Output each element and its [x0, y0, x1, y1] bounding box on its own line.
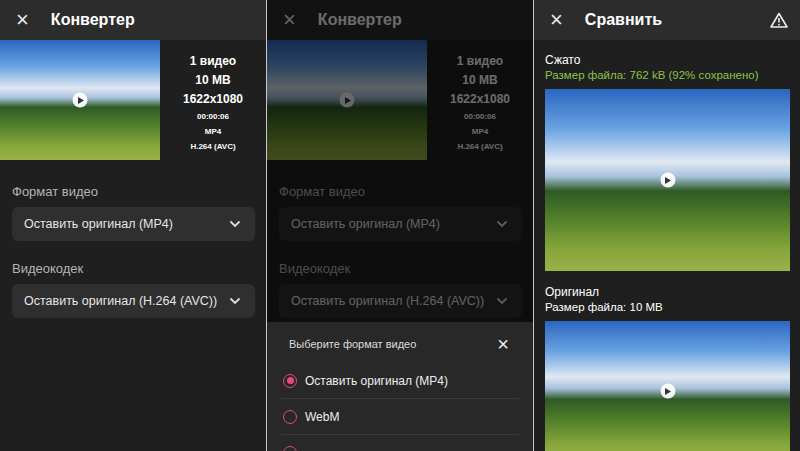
- video-thumbnail[interactable]: [545, 321, 790, 451]
- field-label: Видеокодек: [12, 261, 255, 276]
- dropdown[interactable]: Оставить оригинал (MP4): [12, 207, 255, 241]
- setting-field: Видеокодек Оставить оригинал (H.264 (AVC…: [12, 261, 255, 318]
- format-option[interactable]: Оставить оригинал (MP4): [281, 363, 519, 399]
- screenshot: × Конвертер 1 видео 10 MB 1622x1080 00:00:0…: [0, 0, 800, 451]
- radio-dot: [287, 377, 294, 384]
- setting-field: Формат видео Оставить оригинал (MP4): [12, 184, 255, 241]
- radio-icon[interactable]: [283, 446, 297, 451]
- chevron-icon: [229, 220, 241, 228]
- dropdown[interactable]: Оставить оригинал (H.264 (AVC)): [12, 284, 255, 318]
- dropdown-value: Оставить оригинал (H.264 (AVC)): [24, 294, 217, 308]
- bottom-sheet: Выберите формат видео × Оставить оригина…: [267, 322, 533, 451]
- settings: Формат видео Оставить оригинал (MP4) Вид…: [0, 160, 266, 318]
- info-line: 1622x1080: [183, 92, 243, 107]
- field-label: Формат видео: [12, 184, 255, 199]
- warning-icon[interactable]: [770, 12, 788, 28]
- format-option[interactable]: WebM: [281, 399, 519, 435]
- phone-screen: × Конвертер 1 видео10 MB1622x108000:00:0…: [267, 0, 533, 451]
- info-line: MP4: [205, 126, 221, 137]
- play-icon[interactable]: [660, 384, 675, 399]
- phone-screen: × Сравнить Сжато Размер файла: 762 kB (9…: [534, 0, 800, 451]
- option-label: WebM: [305, 410, 339, 424]
- item-label: Оригинал: [545, 285, 790, 299]
- close-button[interactable]: ×: [12, 9, 33, 31]
- info-line: 1 видео: [190, 54, 236, 69]
- format-option[interactable]: [281, 435, 519, 451]
- compare-item: Сжато Размер файла: 762 kB (92% сохранен…: [545, 53, 790, 271]
- top-bar: × Сравнить: [534, 0, 800, 40]
- video-thumbnail[interactable]: [545, 89, 790, 271]
- top-bar: × Конвертер: [0, 0, 266, 40]
- dropdown-value: Оставить оригинал (MP4): [24, 217, 173, 231]
- file-size: Размер файла: 10 MB: [545, 301, 790, 313]
- file-size: Размер файла: 762 kB (92% сохранено): [545, 69, 790, 81]
- compare-item: Оригинал Размер файла: 10 MB: [545, 285, 790, 451]
- info-line: H.264 (AVC): [190, 141, 235, 152]
- radio-icon[interactable]: [283, 374, 297, 388]
- info-line: 00:00:06: [197, 111, 229, 122]
- screen-title: Сравнить: [585, 11, 752, 29]
- sheet-title: Выберите формат видео: [289, 338, 416, 350]
- item-label: Сжато: [545, 53, 790, 67]
- screen-title: Конвертер: [51, 11, 254, 29]
- radio-icon[interactable]: [283, 410, 297, 424]
- close-button[interactable]: ×: [493, 334, 513, 354]
- play-icon[interactable]: [73, 93, 88, 108]
- close-button[interactable]: ×: [546, 9, 567, 31]
- video-info: 1 видео 10 MB 1622x1080 00:00:06 MP4 H.264 (A…: [160, 40, 266, 160]
- media-row: 1 видео 10 MB 1622x1080 00:00:06 MP4 H.264 (A…: [0, 40, 266, 160]
- sheet-header: Выберите формат видео ×: [267, 322, 533, 363]
- compare-list: Сжато Размер файла: 762 kB (92% сохранен…: [534, 40, 800, 451]
- chevron-icon: [229, 297, 241, 305]
- phone-screen: × Конвертер 1 видео 10 MB 1622x1080 00:00:0…: [0, 0, 266, 451]
- info-line: 10 MB: [195, 73, 230, 88]
- video-thumbnail[interactable]: [0, 40, 160, 160]
- option-label: Оставить оригинал (MP4): [305, 374, 448, 388]
- play-icon[interactable]: [660, 173, 675, 188]
